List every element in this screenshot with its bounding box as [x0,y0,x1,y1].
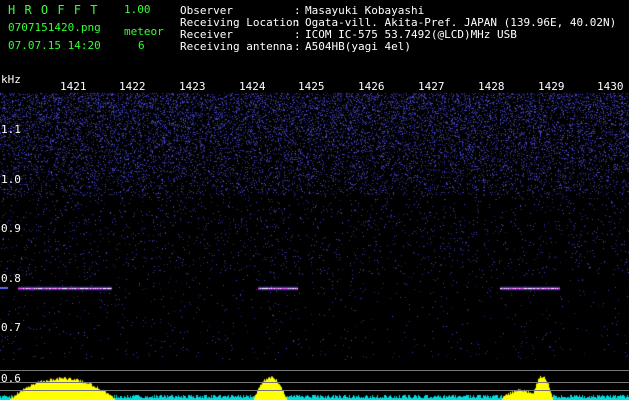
freq-tick-0-8: 0.8 [1,272,21,285]
time-tick-1427: 1427 [418,80,445,93]
time-tick-1430: 1430 [597,80,624,93]
time-tick-1425: 1425 [298,80,325,93]
time-tick-1426: 1426 [358,80,385,93]
time-tick-1422: 1422 [119,80,146,93]
level-guide-line-top [0,370,629,371]
level-guide-line-bottom [0,390,629,391]
level-guide-line-middle [0,382,629,383]
meteor-label: meteor [124,25,164,38]
info-value-antenna: A504HB(yagi 4el) [305,40,411,53]
observation-datetime: 07.07.15 14:20 [8,39,101,52]
image-filename: 0707151420.png [8,21,101,34]
spectrogram-canvas [0,75,629,400]
freq-tick-1-0: 1.0 [1,173,21,186]
time-tick-1428: 1428 [478,80,505,93]
info-key-antenna: Receiving antenna [180,40,293,53]
time-tick-1423: 1423 [179,80,206,93]
time-tick-1424: 1424 [239,80,266,93]
freq-tick-0-6: 0.6 [1,372,21,385]
freq-unit-label: kHz [1,73,21,86]
header-panel: H R O F F T 1.00 0707151420.png meteor 0… [0,0,629,75]
info-sep-antenna: : [294,40,301,53]
app-title: H R O F F T [8,3,99,17]
meteor-count: 6 [138,39,145,52]
time-tick-1421: 1421 [60,80,87,93]
freq-tick-0-7: 0.7 [1,321,21,334]
app-version: 1.00 [124,3,151,16]
time-tick-1429: 1429 [538,80,565,93]
freq-tick-1-1: 1.1 [1,123,21,136]
freq-tick-0-9: 0.9 [1,222,21,235]
